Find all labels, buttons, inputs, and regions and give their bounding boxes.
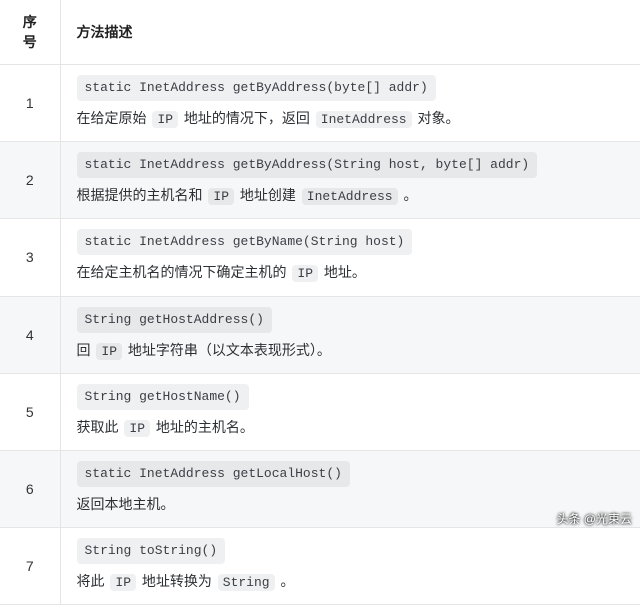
table-row: 5 String getHostName() 获取此 IP 地址的主机名。 — [0, 373, 640, 450]
cell-content: String toString() 将此 IP 地址转换为 String 。 — [77, 538, 625, 594]
description-text: 在给定原始 — [77, 110, 151, 126]
description-text: 获取此 — [77, 419, 123, 435]
row-number: 5 — [0, 373, 60, 450]
table-row: 2 static InetAddress getByAddress(String … — [0, 142, 640, 219]
method-description: 返回本地主机。 — [77, 493, 625, 517]
table-row: 1 static InetAddress getByAddress(byte[] … — [0, 65, 640, 142]
row-number: 6 — [0, 450, 60, 527]
cell-content: static InetAddress getLocalHost() 返回本地主机。 — [77, 461, 625, 517]
method-signature: static InetAddress getByName(String host… — [77, 229, 413, 255]
description-text: 。 — [277, 573, 295, 589]
methods-table: 序号 方法描述 1 static InetAddress getByAddress… — [0, 0, 640, 605]
description-text: 返回本地主机。 — [77, 496, 175, 512]
row-description-cell: static InetAddress getByName(String host… — [60, 219, 640, 296]
description-text: 地址转换为 — [138, 573, 216, 589]
inline-code: IP — [124, 420, 150, 437]
method-signature: static InetAddress getLocalHost() — [77, 461, 350, 487]
row-description-cell: String getHostName() 获取此 IP 地址的主机名。 — [60, 373, 640, 450]
description-text: 对象。 — [414, 110, 460, 126]
table-row: 3 static InetAddress getByName(String hos… — [0, 219, 640, 296]
inline-code: InetAddress — [302, 188, 398, 205]
table-row: 4 String getHostAddress() 回 IP 地址字符串（以文本表现… — [0, 296, 640, 373]
description-text: 根据提供的主机名和 — [77, 187, 207, 203]
description-text: 将此 — [77, 573, 109, 589]
row-number: 2 — [0, 142, 60, 219]
cell-content: String getHostName() 获取此 IP 地址的主机名。 — [77, 384, 625, 440]
inline-code: IP — [152, 111, 178, 128]
header-index: 序号 — [0, 0, 60, 65]
inline-code: IP — [110, 574, 136, 591]
method-signature: String toString() — [77, 538, 226, 564]
method-signature: String getHostAddress() — [77, 307, 272, 333]
row-description-cell: static InetAddress getByAddress(byte[] a… — [60, 65, 640, 142]
method-description: 获取此 IP 地址的主机名。 — [77, 416, 625, 440]
description-text: 地址创建 — [236, 187, 300, 203]
description-text: 在给定主机名的情况下确定主机的 — [77, 264, 291, 280]
row-description-cell: static InetAddress getByAddress(String h… — [60, 142, 640, 219]
method-description: 在给定原始 IP 地址的情况下，返回 InetAddress 对象。 — [77, 107, 625, 131]
description-text: 。 — [400, 187, 418, 203]
row-number: 3 — [0, 219, 60, 296]
row-number: 7 — [0, 527, 60, 604]
table-header-row: 序号 方法描述 — [0, 0, 640, 65]
row-description-cell: static InetAddress getLocalHost() 返回本地主机。 — [60, 450, 640, 527]
description-text: 地址的情况下，返回 — [180, 110, 314, 126]
inline-code: String — [218, 574, 275, 591]
method-signature: static InetAddress getByAddress(String h… — [77, 152, 538, 178]
cell-content: static InetAddress getByAddress(byte[] a… — [77, 75, 625, 131]
inline-code: IP — [292, 265, 318, 282]
method-signature: String getHostName() — [77, 384, 249, 410]
description-text: 地址。 — [320, 264, 366, 280]
inline-code: IP — [208, 188, 234, 205]
inline-code: IP — [96, 343, 122, 360]
method-description: 将此 IP 地址转换为 String 。 — [77, 570, 625, 594]
description-text: 地址字符串（以文本表现形式）。 — [124, 342, 331, 358]
method-description: 根据提供的主机名和 IP 地址创建 InetAddress 。 — [77, 184, 625, 208]
row-description-cell: String toString() 将此 IP 地址转换为 String 。 — [60, 527, 640, 604]
cell-content: String getHostAddress() 回 IP 地址字符串（以文本表现形… — [77, 307, 625, 363]
inline-code: InetAddress — [316, 111, 412, 128]
row-number: 1 — [0, 65, 60, 142]
description-text: 地址的主机名。 — [152, 419, 254, 435]
row-description-cell: String getHostAddress() 回 IP 地址字符串（以文本表现形… — [60, 296, 640, 373]
description-text: 回 — [77, 342, 95, 358]
row-number: 4 — [0, 296, 60, 373]
cell-content: static InetAddress getByAddress(String h… — [77, 152, 625, 208]
cell-content: static InetAddress getByName(String host… — [77, 229, 625, 285]
header-desc: 方法描述 — [60, 0, 640, 65]
method-description: 回 IP 地址字符串（以文本表现形式）。 — [77, 339, 625, 363]
table-row: 7 String toString() 将此 IP 地址转换为 String 。 — [0, 527, 640, 604]
method-description: 在给定主机名的情况下确定主机的 IP 地址。 — [77, 261, 625, 285]
method-signature: static InetAddress getByAddress(byte[] a… — [77, 75, 436, 101]
table-row: 6 static InetAddress getLocalHost() 返回本地主机… — [0, 450, 640, 527]
